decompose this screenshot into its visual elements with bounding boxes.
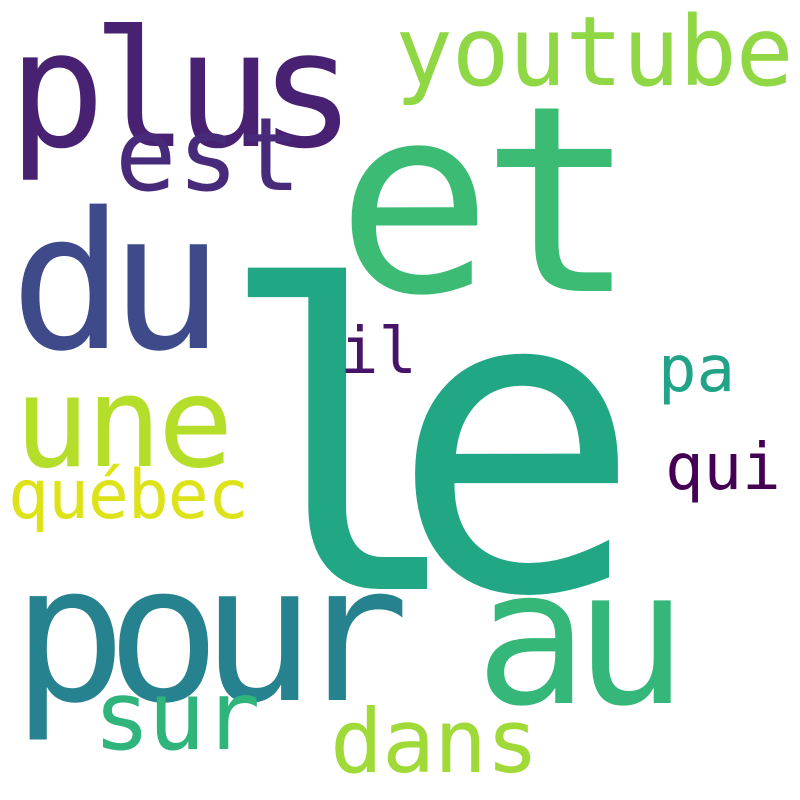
word-quebec: québec [8, 456, 249, 535]
word-il: il [340, 315, 418, 389]
word-pa: pa [658, 333, 736, 407]
word-youtube: youtube [395, 0, 794, 108]
word-qui: qui [665, 431, 781, 505]
word-cloud: le et plus du pour au une est youtube su… [0, 0, 800, 800]
word-sur: sur [93, 660, 260, 772]
word-et: et [336, 51, 637, 353]
word-est: est [115, 96, 303, 215]
word-dans: dans [330, 690, 539, 793]
